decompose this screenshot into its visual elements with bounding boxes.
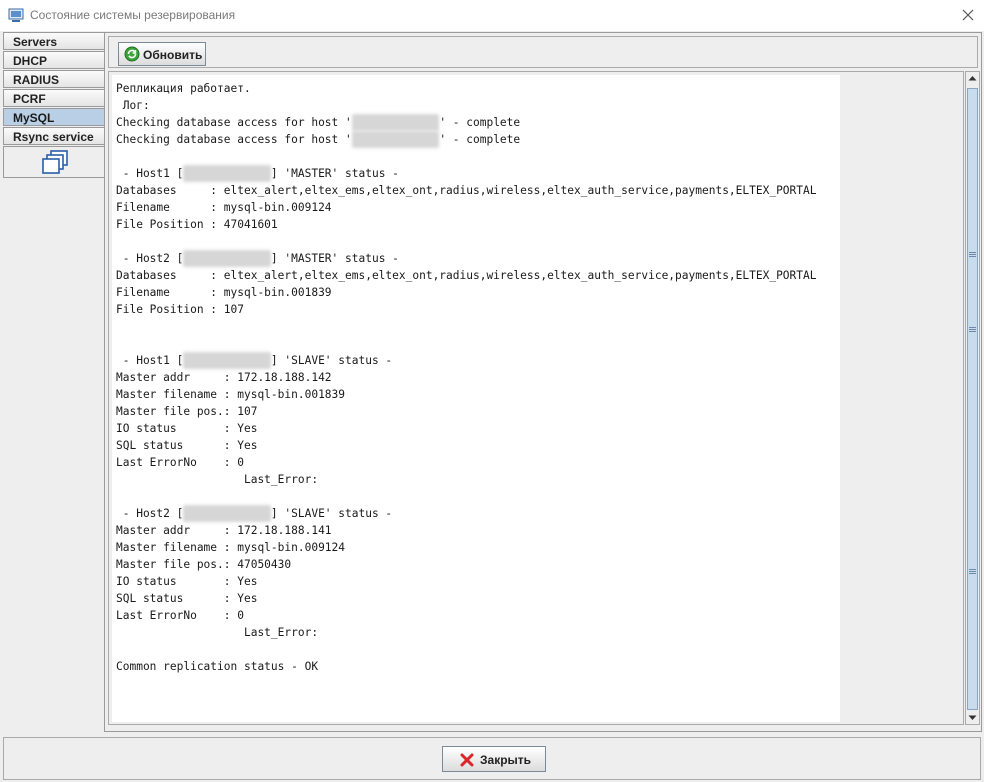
log-text-area[interactable]: Репликация работает. Лог: Checking datab… [108, 71, 964, 725]
log-line: Лог: [116, 99, 150, 112]
close-window-icon[interactable] [960, 7, 976, 23]
log-line: Master filename : mysql-bin.001839 [116, 388, 346, 401]
log-line: - Host1 [ [116, 167, 184, 180]
mysql-panel: Обновить Репликация работает. Лог: Check… [104, 32, 982, 732]
title-bar: Состояние системы резервирования [0, 0, 984, 32]
log-line: Last ErrorNo : 0 [116, 609, 244, 622]
tab-servers[interactable]: Servers [3, 32, 105, 50]
scroll-thumb[interactable] [967, 88, 978, 710]
log-line: ' - complete [439, 133, 521, 146]
log-line: File Position : 107 [116, 303, 244, 316]
vertical-scrollbar[interactable] [965, 71, 980, 725]
log-line: Master file pos.: 107 [116, 405, 258, 418]
tab-pcrf[interactable]: PCRF [3, 89, 105, 107]
log-line: Last ErrorNo : 0 [116, 456, 244, 469]
scroll-down-icon[interactable] [966, 711, 979, 724]
tab-radius[interactable]: RADIUS [3, 70, 105, 88]
log-line: SQL status : Yes [116, 592, 258, 605]
log-line: IO status : Yes [116, 422, 258, 435]
dialog-footer: Закрыть [3, 737, 981, 780]
log-output: Репликация работает. Лог: Checking datab… [116, 80, 817, 675]
log-line: Common replication status - OK [116, 660, 319, 673]
toolbar: Обновить [108, 36, 978, 68]
redacted-host: 172.18.188.14 [351, 131, 440, 148]
log-line: SQL status : Yes [116, 439, 258, 452]
log-line: ] 'MASTER' status - [270, 252, 399, 265]
log-line: Databases : eltex_alert,eltex_ems,eltex_… [116, 269, 817, 282]
redacted-host: 172.18.188.14 [183, 352, 271, 369]
window-title: Состояние системы резервирования [30, 8, 236, 22]
scroll-up-icon[interactable] [966, 72, 979, 85]
close-red-x-icon [460, 753, 474, 767]
log-line: ' - complete [439, 116, 521, 129]
log-line: Master filename : mysql-bin.009124 [116, 541, 346, 554]
log-line: Filename : mysql-bin.009124 [116, 201, 332, 214]
app-icon [8, 8, 24, 22]
redacted-host: 172.18.188.14 [183, 250, 271, 267]
log-viewport: Репликация работает. Лог: Checking datab… [112, 75, 840, 722]
log-line: Last_Error: [116, 473, 319, 486]
refresh-label: Обновить [143, 48, 203, 62]
tab-windows[interactable] [3, 146, 105, 178]
main-content: Servers DHCP RADIUS PCRF MySQL Rsync ser… [0, 31, 984, 735]
log-line: Master addr : 172.18.188.141 [116, 524, 332, 537]
close-label: Закрыть [480, 753, 532, 767]
tab-mysql[interactable]: MySQL [3, 108, 105, 126]
log-line: Репликация работает. [116, 82, 251, 95]
log-line: Master file pos.: 47050430 [116, 558, 292, 571]
log-line: - Host2 [ [116, 507, 184, 520]
redacted-host: 172.18.188.14 [183, 505, 271, 522]
grip-icon [969, 327, 976, 332]
tab-list: Servers DHCP RADIUS PCRF MySQL Rsync ser… [3, 32, 105, 178]
log-line: Filename : mysql-bin.001839 [116, 286, 332, 299]
windows-stack-icon [42, 150, 68, 174]
log-line: ] 'MASTER' status - [270, 167, 399, 180]
log-line: Master addr : 172.18.188.142 [116, 371, 332, 384]
log-line: ] 'SLAVE' status - [270, 354, 393, 367]
log-line: Checking database access for host ' [116, 116, 352, 129]
log-line: IO status : Yes [116, 575, 258, 588]
log-line: File Position : 47041601 [116, 218, 278, 231]
tab-dhcp[interactable]: DHCP [3, 51, 105, 69]
redacted-host: 172.18.188.14 [351, 114, 440, 131]
log-line: - Host2 [ [116, 252, 184, 265]
close-button[interactable]: Закрыть [442, 746, 546, 772]
grip-icon [969, 569, 976, 574]
log-line: Last_Error: [116, 626, 319, 639]
log-line: - Host1 [ [116, 354, 184, 367]
tab-rsync-service[interactable]: Rsync service [3, 127, 105, 145]
grip-icon [969, 252, 976, 257]
log-line: Databases : eltex_alert,eltex_ems,eltex_… [116, 184, 817, 197]
redacted-host: 172.18.188.14 [183, 165, 271, 182]
log-line: Checking database access for host ' [116, 133, 352, 146]
refresh-button[interactable]: Обновить [118, 42, 206, 66]
refresh-icon [124, 46, 140, 62]
log-line: ] 'SLAVE' status - [270, 507, 393, 520]
